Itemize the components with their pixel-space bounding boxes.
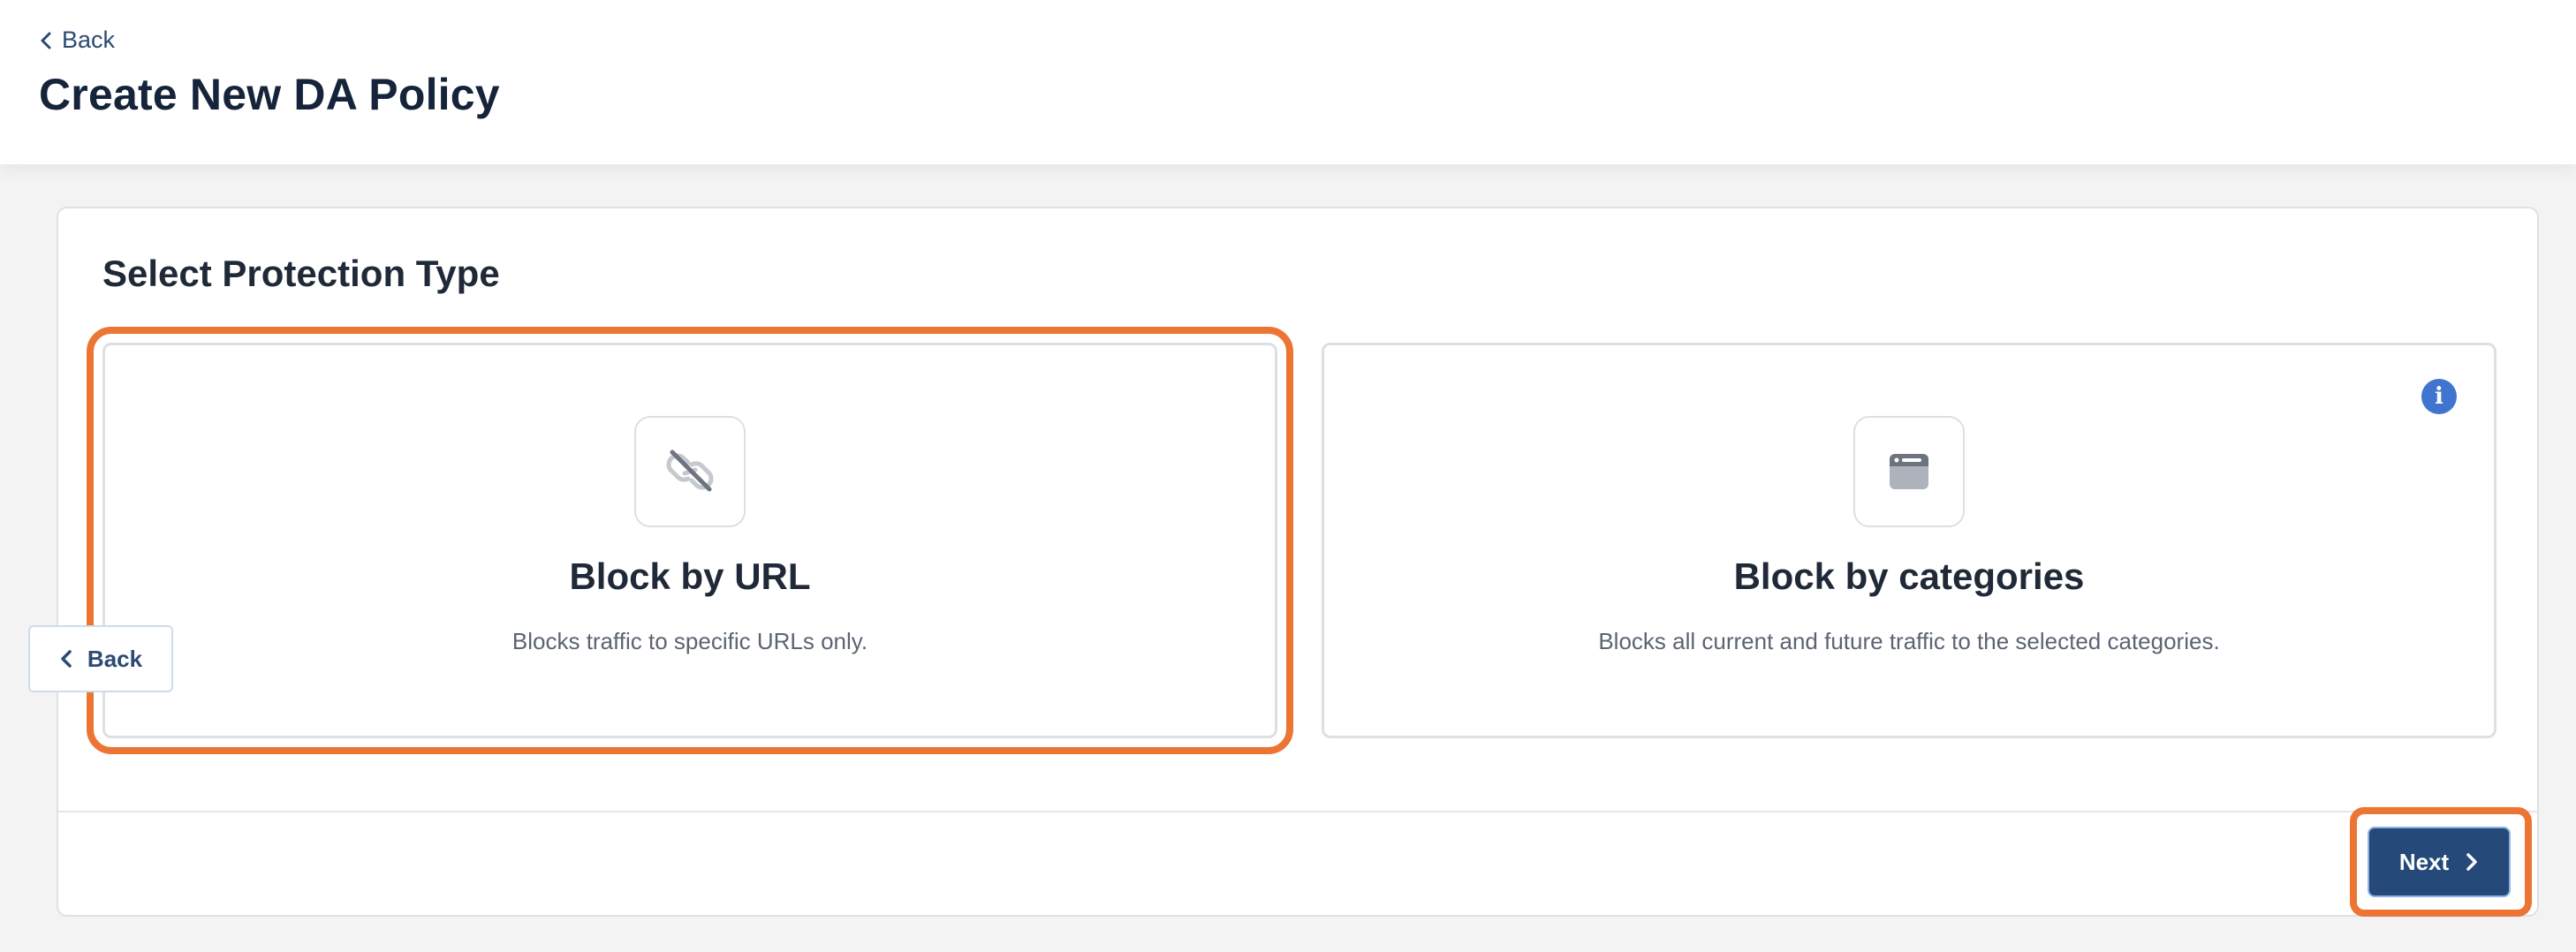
option-icon-box xyxy=(1853,416,1965,527)
back-link[interactable]: Back xyxy=(39,26,115,54)
option-description: Blocks all current and future traffic to… xyxy=(1598,628,2220,654)
chevron-left-icon xyxy=(61,650,72,668)
next-button[interactable]: Next xyxy=(2369,828,2509,895)
page-header: Back Create New DA Policy xyxy=(0,0,2576,164)
page-title: Create New DA Policy xyxy=(39,70,500,119)
option-block-by-categories[interactable]: i Block by categories Blocks all current… xyxy=(1322,343,2496,738)
browser-window-icon xyxy=(1890,454,1928,489)
unlink-icon xyxy=(666,450,714,492)
option-label: Block by categories xyxy=(1733,555,2085,597)
next-button-label: Next xyxy=(2398,848,2450,875)
back-button[interactable]: Back xyxy=(28,625,173,692)
chevron-right-icon xyxy=(2466,853,2477,871)
chevron-left-icon xyxy=(41,32,51,49)
section-title: Select Protection Type xyxy=(102,253,500,294)
option-label: Block by URL xyxy=(569,555,811,597)
option-description: Blocks traffic to specific URLs only. xyxy=(511,628,868,654)
option-icon-box xyxy=(634,416,746,527)
back-button-label: Back xyxy=(87,645,143,672)
protection-type-card: Select Protection Type Block by URL Bloc… xyxy=(57,207,2539,917)
info-icon[interactable]: i xyxy=(2421,379,2457,414)
option-block-by-url[interactable]: Block by URL Blocks traffic to specific … xyxy=(87,327,1293,754)
footer-divider xyxy=(58,811,2537,812)
back-link-label: Back xyxy=(62,26,116,53)
